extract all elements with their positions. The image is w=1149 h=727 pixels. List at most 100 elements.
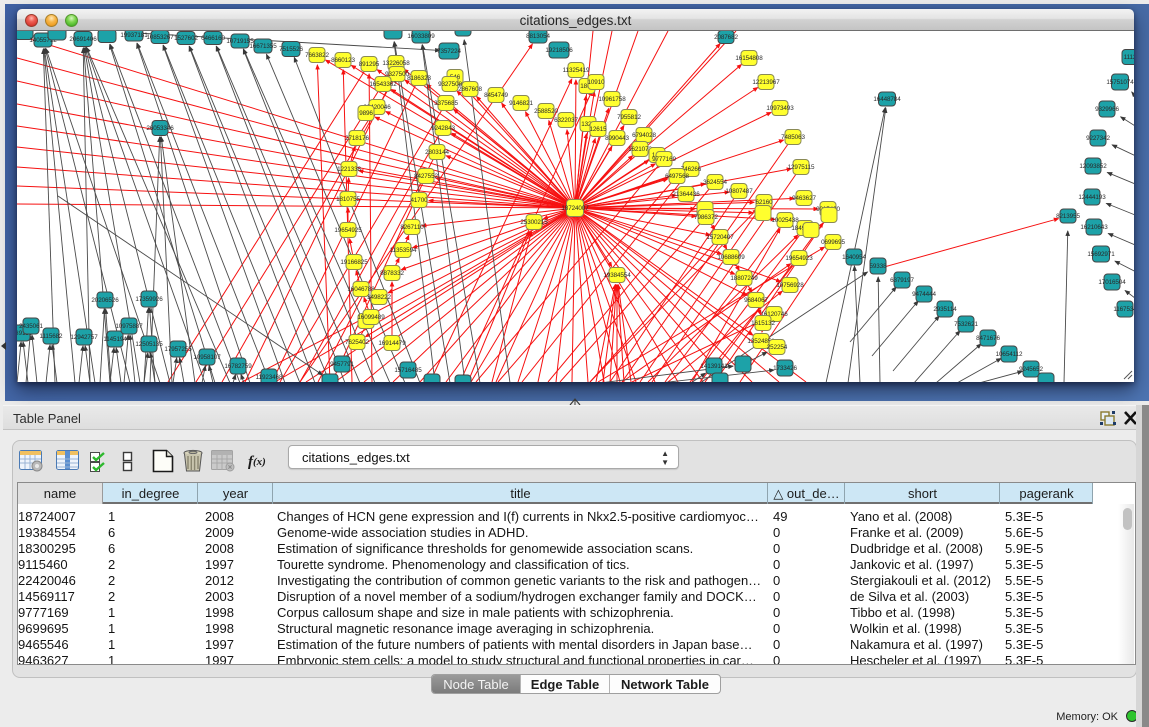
svg-text:7986372: 7986372 [694, 214, 718, 221]
svg-text:9777169: 9777169 [652, 156, 676, 163]
svg-text:16543362: 16543362 [369, 81, 397, 88]
svg-text:10910: 10910 [587, 79, 605, 86]
svg-text:7515526: 7515526 [279, 46, 303, 53]
svg-text:16448784: 16448784 [873, 96, 901, 103]
svg-text:25300215: 25300215 [520, 219, 548, 226]
svg-text:16671355: 16671355 [249, 43, 277, 50]
svg-text:2588520: 2588520 [534, 108, 558, 115]
svg-text:19218506: 19218506 [545, 47, 573, 54]
svg-text:9329966: 9329966 [1095, 106, 1119, 113]
svg-text:1221338: 1221338 [337, 166, 361, 173]
svg-text:15692971: 15692971 [1087, 251, 1115, 258]
svg-text:10807487: 10807487 [725, 188, 753, 195]
svg-text:12093852: 12093852 [1079, 163, 1107, 170]
svg-text:8878332: 8878332 [380, 270, 404, 277]
svg-text:17957255: 17957255 [164, 346, 192, 353]
svg-text:1115682: 1115682 [40, 333, 63, 340]
svg-text:6322037: 6322037 [554, 117, 578, 124]
svg-text:18807249: 18807249 [730, 275, 758, 282]
svg-text:19654923: 19654923 [785, 255, 813, 262]
svg-text:16099489: 16099489 [357, 314, 385, 321]
svg-text:8660123: 8660123 [331, 57, 355, 64]
svg-text:7357224: 7357224 [437, 48, 461, 55]
svg-text:59338: 59338 [869, 263, 887, 270]
svg-text:10973493: 10973493 [766, 105, 794, 112]
svg-text:12213967: 12213967 [752, 79, 780, 86]
svg-text:10958107: 10958107 [193, 354, 221, 361]
svg-text:7663822: 7663822 [305, 52, 329, 59]
svg-text:15751074: 15751074 [1106, 79, 1134, 86]
svg-text:12942757: 12942757 [70, 334, 98, 341]
svg-text:16782759: 16782759 [224, 363, 252, 370]
svg-text:10025438: 10025438 [771, 217, 799, 224]
svg-text:16033809: 16033809 [407, 33, 435, 40]
svg-text:(x): (x) [253, 456, 266, 468]
svg-text:7532621: 7532621 [954, 321, 978, 328]
svg-text:8471676: 8471676 [976, 335, 1000, 342]
svg-text:9463627: 9463627 [792, 195, 816, 202]
svg-text:2718176: 2718176 [345, 135, 369, 142]
svg-text:6379197: 6379197 [890, 277, 914, 284]
svg-text:891295: 891295 [359, 61, 380, 68]
svg-text:26053346: 26053346 [146, 125, 174, 132]
svg-text:252254: 252254 [767, 344, 788, 351]
svg-text:8213955: 8213955 [1056, 213, 1080, 220]
svg-text:2435061: 2435061 [19, 323, 43, 330]
svg-text:12615: 12615 [589, 126, 607, 133]
svg-text:1112: 1112 [1124, 54, 1134, 61]
svg-text:16154808: 16154808 [735, 55, 763, 62]
svg-text:16914479: 16914479 [378, 340, 406, 347]
svg-text:8454749: 8454749 [484, 92, 508, 99]
svg-text:8990443: 8990443 [605, 135, 629, 142]
svg-text:9457791: 9457791 [330, 361, 354, 368]
svg-text:11325419: 11325419 [563, 67, 590, 74]
svg-text:9227342: 9227342 [1086, 135, 1110, 142]
svg-text:12975115: 12975115 [788, 164, 815, 171]
svg-text:2935114: 2935114 [933, 306, 957, 313]
svg-text:17359926: 17359926 [135, 296, 163, 303]
svg-text:9474444: 9474444 [912, 291, 936, 298]
svg-text:3624554: 3624554 [703, 179, 727, 186]
svg-text:11353594: 11353594 [390, 247, 417, 254]
svg-text:1527602: 1527602 [174, 35, 198, 42]
svg-text:19166825: 19166825 [340, 259, 368, 266]
svg-text:12444193: 12444193 [1078, 194, 1106, 201]
svg-text:10654112: 10654112 [996, 351, 1023, 358]
svg-text:9896: 9896 [359, 110, 373, 117]
svg-text:18724007: 18724007 [561, 205, 589, 212]
svg-text:21364436: 21364436 [672, 191, 700, 198]
svg-text:41700: 41700 [410, 197, 428, 204]
svg-text:14139141: 14139141 [700, 363, 728, 370]
svg-text:1733426: 1733426 [773, 365, 797, 372]
svg-text:20206526: 20206526 [91, 297, 119, 304]
svg-text:3498222: 3498222 [367, 294, 391, 301]
svg-text:9684067: 9684067 [744, 297, 768, 304]
svg-text:16210643: 16210643 [1080, 224, 1108, 231]
svg-text:2803144: 2803144 [425, 149, 449, 156]
svg-text:3375685: 3375685 [434, 100, 458, 107]
svg-text:15720407: 15720407 [706, 234, 734, 241]
svg-text:7955812: 7955812 [617, 114, 641, 121]
svg-text:19654925: 19654925 [334, 227, 362, 234]
svg-text:1167534: 1167534 [1113, 306, 1134, 313]
svg-text:1145194: 1145194 [103, 336, 127, 343]
svg-text:8267110: 8267110 [400, 224, 424, 231]
svg-text:7625402: 7625402 [345, 339, 369, 346]
svg-text:8186323: 8186323 [407, 75, 431, 82]
svg-text:6497568: 6497568 [665, 173, 689, 180]
svg-text:7485063: 7485063 [781, 134, 805, 141]
svg-text:2087682: 2087682 [714, 34, 738, 41]
svg-text:17016504: 17016504 [1098, 279, 1126, 286]
svg-text:1640954: 1640954 [842, 254, 866, 261]
svg-text:15716485: 15716485 [394, 367, 422, 374]
svg-text:10975887: 10975887 [115, 323, 143, 330]
svg-text:19384554: 19384554 [603, 272, 631, 279]
svg-text:10688609: 10688609 [717, 254, 745, 261]
svg-text:10756928: 10756928 [776, 282, 804, 289]
svg-text:0699695: 0699695 [821, 239, 845, 246]
svg-text:10853267: 10853267 [146, 34, 174, 41]
svg-text:19937181: 19937181 [120, 32, 148, 39]
svg-text:11923468: 11923468 [256, 374, 283, 381]
svg-text:20691406: 20691406 [69, 36, 97, 43]
svg-text:1615132: 1615132 [751, 320, 775, 327]
